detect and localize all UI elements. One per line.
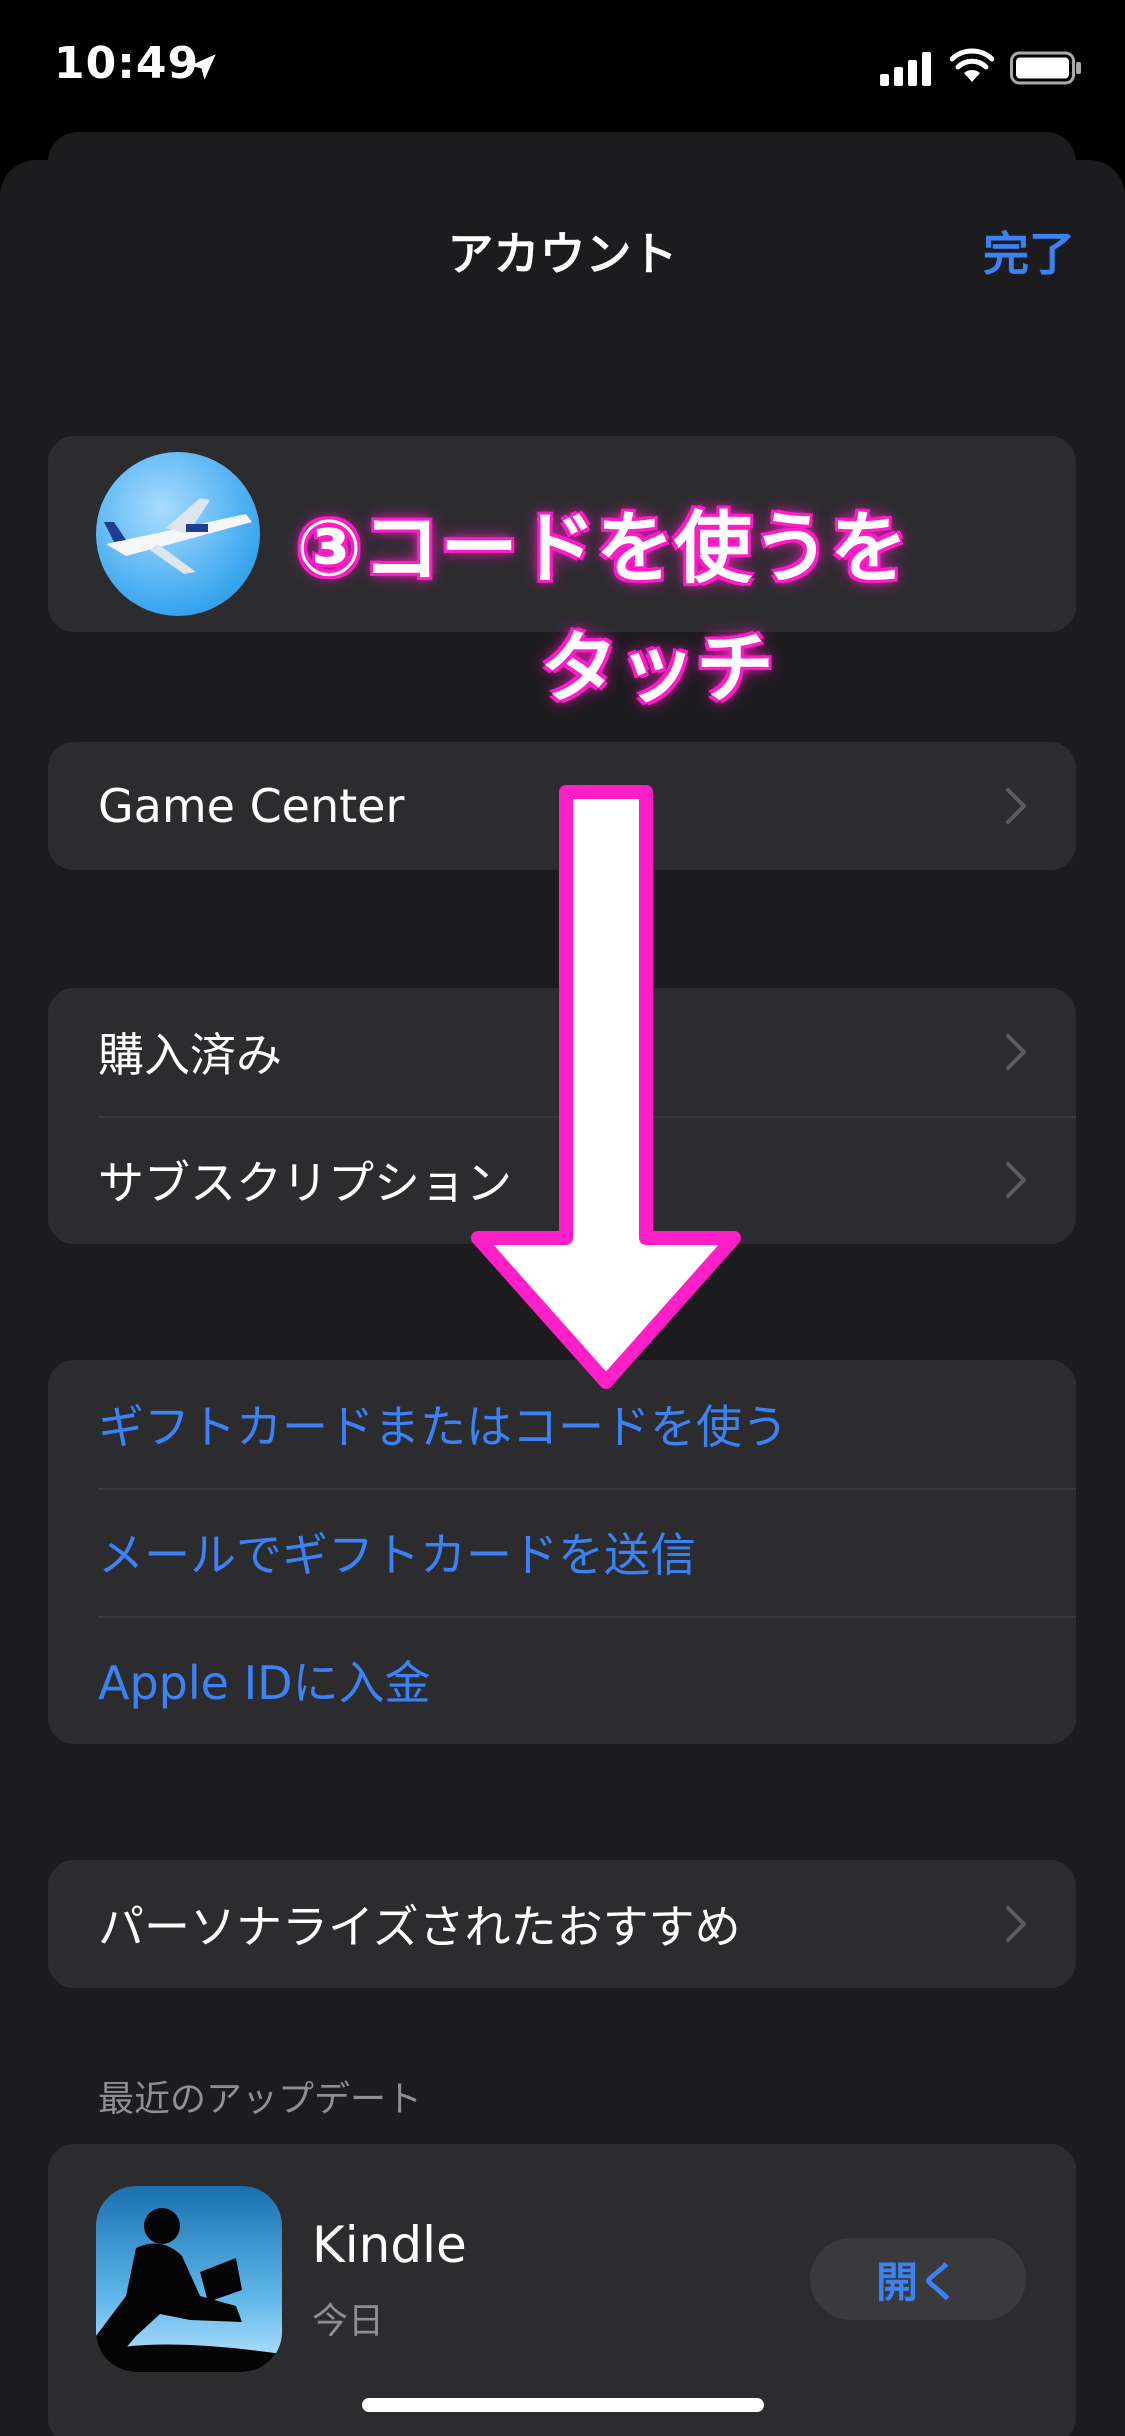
subscriptions-row[interactable]: サブスクリプション: [48, 1116, 1076, 1244]
app-update-row[interactable]: Kindle 今日 開く: [48, 2144, 1076, 2436]
reading-figure-icon: [96, 2208, 282, 2372]
add-funds-label: Apple IDに入金: [98, 1656, 431, 1710]
chevron-right-icon: [1006, 1162, 1026, 1198]
airplane-icon: [104, 498, 252, 574]
send-gift-card-row[interactable]: メールでギフトカードを送信: [48, 1488, 1076, 1616]
gift-group: ギフトカードまたはコードを使う メールでギフトカードを送信 Apple IDに入…: [48, 1360, 1076, 1744]
subscriptions-label: サブスクリプション: [98, 1156, 512, 1210]
game-center-row[interactable]: Game Center: [48, 742, 1076, 870]
recent-updates-header: 最近のアップデート: [98, 2079, 423, 2120]
cellular-signal-icon: [880, 52, 931, 86]
redeem-gift-card-label: ギフトカードまたはコードを使う: [98, 1400, 788, 1454]
status-time: 10:49: [54, 38, 200, 89]
status-bar: 10:49: [0, 0, 1125, 140]
personalized-recommendations-label: パーソナライズされたおすすめ: [98, 1900, 741, 1954]
profile-row[interactable]: [48, 436, 1076, 632]
location-arrow-icon: [190, 54, 216, 80]
wifi-icon: [950, 48, 994, 82]
purchases-group: 購入済み サブスクリプション: [48, 988, 1076, 1244]
done-button[interactable]: 完了: [983, 218, 1075, 284]
purchased-label: 購入済み: [98, 1028, 282, 1082]
chevron-right-icon: [1006, 1034, 1026, 1070]
app-name: Kindle: [312, 2216, 467, 2274]
kindle-app-icon: [96, 2186, 282, 2372]
chevron-right-icon: [1006, 1906, 1026, 1942]
send-gift-card-label: メールでギフトカードを送信: [98, 1528, 696, 1582]
redeem-gift-card-row[interactable]: ギフトカードまたはコードを使う: [48, 1360, 1076, 1488]
battery-icon: [1010, 51, 1081, 85]
purchased-row[interactable]: 購入済み: [48, 988, 1076, 1116]
open-app-button[interactable]: 開く: [810, 2238, 1026, 2320]
home-indicator[interactable]: [362, 2398, 764, 2412]
chevron-right-icon: [1006, 788, 1026, 824]
avatar: [96, 452, 260, 616]
page-title: アカウント: [447, 227, 678, 281]
game-center-label: Game Center: [98, 779, 405, 833]
app-update-date: 今日: [312, 2301, 385, 2342]
personalized-group: パーソナライズされたおすすめ: [48, 1860, 1076, 1988]
app-store-account-screen: 10:49 アカウント 完了 Game Center 購入済み サブスクリプショ…: [0, 0, 1125, 2436]
add-funds-row[interactable]: Apple IDに入金: [48, 1616, 1076, 1744]
personalized-recommendations-row[interactable]: パーソナライズされたおすすめ: [48, 1860, 1076, 1988]
game-center-group: Game Center: [48, 742, 1076, 870]
